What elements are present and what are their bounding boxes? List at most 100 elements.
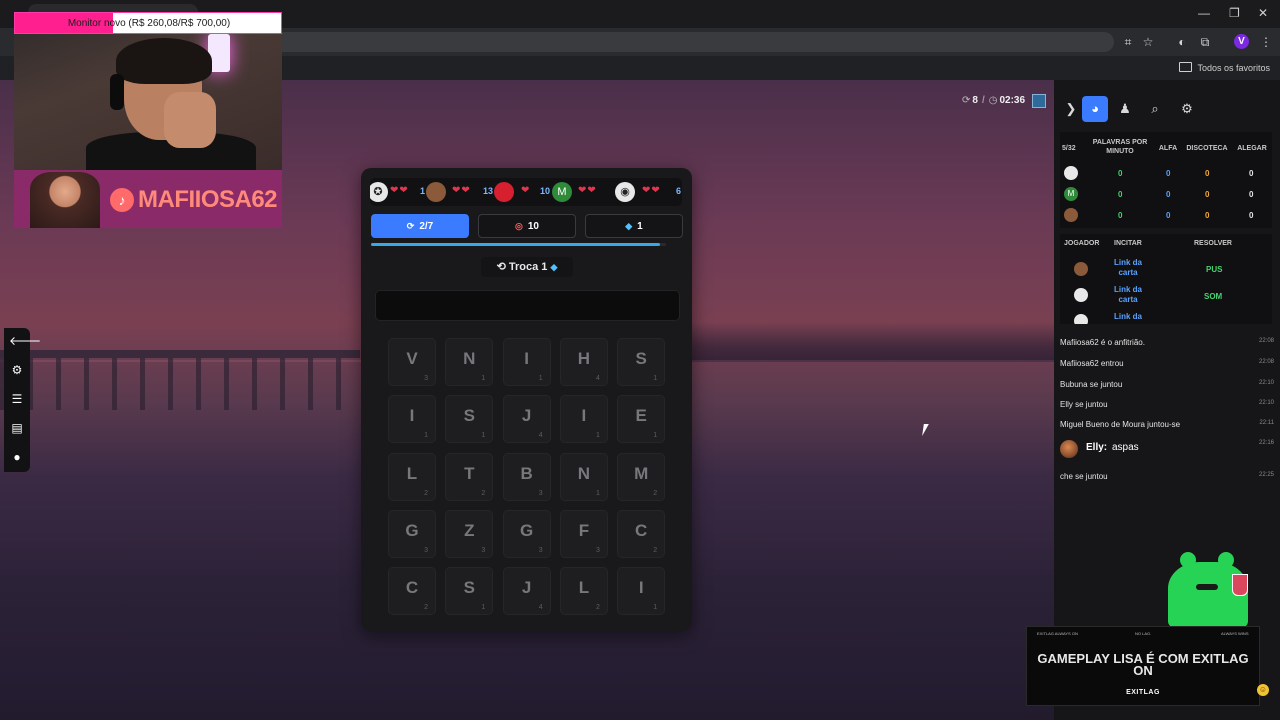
gems-button[interactable]: ◆ 1 — [585, 214, 683, 238]
letter-tile[interactable]: I1 — [502, 338, 551, 386]
menu-dots-icon[interactable]: ⋮ — [1258, 34, 1274, 50]
letter-tile[interactable]: V3 — [388, 338, 436, 386]
letter-tile[interactable]: I1 — [617, 567, 666, 616]
letter-tile[interactable]: M2 — [617, 452, 666, 501]
sponsor-tagline-mid: NO LAG. — [1135, 631, 1152, 636]
letter-tile[interactable]: J4 — [502, 567, 551, 616]
player-avatar[interactable] — [426, 182, 446, 202]
timer-separator: / — [981, 95, 985, 106]
chat-message: Mafiiosa62 entrou 22:08 — [1060, 359, 1274, 368]
star-icon[interactable]: ☆ — [1140, 34, 1156, 50]
letter-tile[interactable]: C2 — [388, 567, 436, 616]
minimize-icon[interactable]: — — [1198, 6, 1210, 20]
collapse-chevron-icon[interactable]: ❯ — [1058, 96, 1084, 122]
letter-tile[interactable]: N1 — [445, 338, 494, 386]
chat-time: 22:11 — [1259, 420, 1274, 426]
bridge — [0, 350, 360, 358]
headphones — [110, 74, 124, 110]
tile-points: 3 — [424, 375, 428, 382]
chat-text: che se juntou — [1060, 472, 1108, 481]
player-score: 6 — [676, 186, 682, 196]
chat-user-message: Elly: aspas 22:16 — [1060, 440, 1274, 460]
letter-tile[interactable]: C2 — [617, 509, 666, 558]
avatar — [1074, 288, 1088, 302]
chat-username: Elly: — [1086, 442, 1108, 453]
target-button[interactable]: ◎ 10 — [478, 214, 576, 238]
all-bookmarks-button[interactable]: Todos os favoritos — [1179, 62, 1270, 73]
round-timer: ⟳ 8/◷ 02:36 — [962, 95, 1025, 106]
chat-bubble-icon[interactable]: ▤ — [9, 420, 25, 436]
player-avatar[interactable]: ◉ — [615, 182, 635, 202]
tile-letter: I — [524, 349, 529, 368]
card-link[interactable]: Link da carta — [1110, 258, 1146, 278]
extension-icon[interactable]: ◐ — [1174, 34, 1190, 50]
letter-tile[interactable]: L2 — [388, 452, 436, 501]
letter-tile[interactable]: N1 — [559, 452, 608, 501]
chat-text: Bubuna se juntou — [1060, 380, 1123, 389]
avatar — [1060, 440, 1078, 458]
letter-tile[interactable]: S1 — [445, 567, 494, 616]
puzzle-icon[interactable]: ⧉ — [1197, 34, 1213, 50]
social-banner: ♪ MAFIIOSA62 — [14, 170, 282, 228]
folder-icon — [1179, 62, 1193, 72]
swap-button[interactable]: ⟲ Troca 1 ◆ — [481, 257, 573, 277]
tile-points: 2 — [424, 604, 428, 612]
letter-tile[interactable]: Z3 — [445, 509, 494, 558]
profile-avatar[interactable]: V — [1234, 34, 1249, 49]
tab-players[interactable]: ♟ — [1112, 96, 1138, 122]
tile-letter: H — [577, 349, 591, 368]
tile-points: 3 — [424, 546, 428, 554]
letter-tile[interactable]: S1 — [445, 395, 494, 444]
letter-tile[interactable]: S1 — [617, 338, 666, 386]
player-avatar[interactable]: ✪ — [370, 182, 388, 202]
tile-letter: T — [464, 463, 475, 483]
tab-settings[interactable]: ⚙ — [1174, 96, 1200, 122]
letter-tile[interactable]: J4 — [502, 395, 551, 444]
back-arrow-icon[interactable]: 🡐 — [9, 333, 41, 349]
letter-tile[interactable]: E1 — [617, 395, 666, 444]
bridge-pillars — [0, 358, 360, 410]
letter-tile[interactable]: B3 — [502, 452, 551, 501]
letter-tile[interactable]: I1 — [388, 395, 436, 444]
sponsor-logo: EXITLAG — [1126, 689, 1160, 696]
mascot-mustache — [1196, 584, 1218, 590]
tab-search[interactable]: ⌕ — [1142, 96, 1168, 122]
letter-tile[interactable]: I1 — [559, 395, 608, 444]
tile-points: 2 — [424, 489, 428, 497]
city-skyline — [690, 322, 1054, 362]
restore-icon[interactable]: ❐ — [1229, 6, 1240, 20]
gear-icon[interactable]: ⚙ — [9, 362, 25, 378]
chat-time: 22:25 — [1258, 472, 1274, 478]
tile-letter: J — [521, 406, 532, 426]
progress-track — [371, 243, 666, 246]
emoji-icon[interactable]: ☺ — [1257, 684, 1269, 696]
close-icon[interactable]: ✕ — [1258, 6, 1268, 20]
target-icon: ◎ — [515, 221, 523, 231]
hamburger-menu-icon[interactable]: ☰ — [9, 391, 25, 407]
tab-stats[interactable]: ◕ — [1082, 96, 1108, 122]
tile-points: 1 — [595, 489, 600, 497]
chat-time: 22:08 — [1258, 338, 1274, 344]
donation-goal-text: Monitor novo (R$ 260,08/R$ 700,00) — [67, 18, 231, 29]
card-link[interactable]: Link da carta — [1110, 285, 1146, 305]
tile-letter: S — [463, 578, 475, 598]
letter-tile[interactable]: G3 — [502, 509, 551, 558]
table-cell: 0 — [1118, 211, 1123, 220]
words-progress-button[interactable]: ⟳ 2/7 — [371, 214, 469, 238]
letter-tile[interactable]: T2 — [445, 452, 494, 501]
letter-tile[interactable]: L2 — [559, 567, 608, 616]
bomb-icon[interactable]: ● — [9, 449, 25, 465]
letter-tile[interactable]: H4 — [559, 338, 608, 386]
card-link[interactable]: Link da — [1110, 312, 1146, 322]
player-avatar[interactable] — [494, 182, 514, 202]
tile-letter: I — [581, 406, 587, 426]
letter-tile[interactable]: G3 — [388, 509, 436, 558]
room-icon[interactable] — [1032, 94, 1046, 108]
tile-points: 2 — [653, 489, 658, 497]
letter-grid: V3N1I1H4S1I1S1J4I1E1L2T2B3N1M2G3Z3G3F3C2… — [388, 338, 668, 622]
letter-tile[interactable]: F3 — [559, 509, 608, 558]
word-input[interactable] — [375, 290, 680, 321]
tile-letter: G — [519, 520, 534, 540]
translate-icon[interactable]: ⌗ — [1120, 34, 1136, 50]
player-avatar[interactable]: M — [552, 182, 572, 202]
